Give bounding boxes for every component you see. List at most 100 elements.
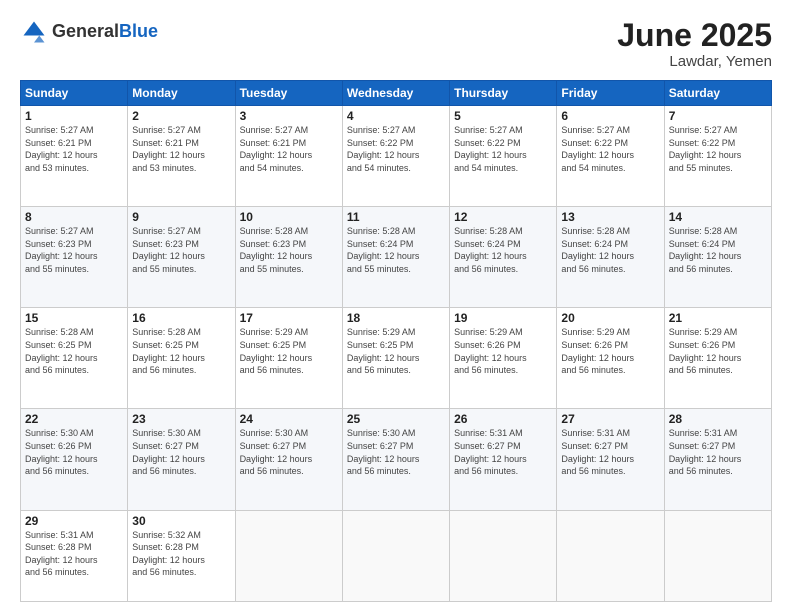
day-number: 29 — [25, 514, 123, 528]
day-info: Sunrise: 5:28 AM Sunset: 6:25 PM Dayligh… — [132, 326, 230, 376]
table-row — [342, 510, 449, 602]
day-number: 22 — [25, 412, 123, 426]
day-number: 24 — [240, 412, 338, 426]
day-header: Sunday — [21, 81, 128, 106]
day-number: 3 — [240, 109, 338, 123]
day-info: Sunrise: 5:29 AM Sunset: 6:26 PM Dayligh… — [561, 326, 659, 376]
table-row: 14Sunrise: 5:28 AM Sunset: 6:24 PM Dayli… — [664, 207, 771, 308]
table-row — [450, 510, 557, 602]
table-row: 26Sunrise: 5:31 AM Sunset: 6:27 PM Dayli… — [450, 409, 557, 510]
day-number: 5 — [454, 109, 552, 123]
table-row: 19Sunrise: 5:29 AM Sunset: 6:26 PM Dayli… — [450, 308, 557, 409]
table-row: 1Sunrise: 5:27 AM Sunset: 6:21 PM Daylig… — [21, 106, 128, 207]
day-info: Sunrise: 5:30 AM Sunset: 6:26 PM Dayligh… — [25, 427, 123, 477]
day-info: Sunrise: 5:27 AM Sunset: 6:23 PM Dayligh… — [132, 225, 230, 275]
day-number: 17 — [240, 311, 338, 325]
day-number: 27 — [561, 412, 659, 426]
day-number: 25 — [347, 412, 445, 426]
day-number: 7 — [669, 109, 767, 123]
month-title: June 2025 — [617, 18, 772, 53]
logo: GeneralBlue — [20, 18, 158, 46]
day-info: Sunrise: 5:31 AM Sunset: 6:27 PM Dayligh… — [561, 427, 659, 477]
day-info: Sunrise: 5:29 AM Sunset: 6:26 PM Dayligh… — [669, 326, 767, 376]
day-number: 9 — [132, 210, 230, 224]
table-row: 6Sunrise: 5:27 AM Sunset: 6:22 PM Daylig… — [557, 106, 664, 207]
day-info: Sunrise: 5:27 AM Sunset: 6:22 PM Dayligh… — [454, 124, 552, 174]
day-info: Sunrise: 5:27 AM Sunset: 6:21 PM Dayligh… — [240, 124, 338, 174]
day-info: Sunrise: 5:30 AM Sunset: 6:27 PM Dayligh… — [240, 427, 338, 477]
page: GeneralBlue June 2025 Lawdar, Yemen Sund… — [0, 0, 792, 612]
table-row: 10Sunrise: 5:28 AM Sunset: 6:23 PM Dayli… — [235, 207, 342, 308]
day-number: 30 — [132, 514, 230, 528]
table-row: 3Sunrise: 5:27 AM Sunset: 6:21 PM Daylig… — [235, 106, 342, 207]
day-info: Sunrise: 5:28 AM Sunset: 6:24 PM Dayligh… — [561, 225, 659, 275]
day-number: 14 — [669, 210, 767, 224]
table-row: 18Sunrise: 5:29 AM Sunset: 6:25 PM Dayli… — [342, 308, 449, 409]
table-row: 23Sunrise: 5:30 AM Sunset: 6:27 PM Dayli… — [128, 409, 235, 510]
day-number: 13 — [561, 210, 659, 224]
day-info: Sunrise: 5:31 AM Sunset: 6:27 PM Dayligh… — [669, 427, 767, 477]
day-info: Sunrise: 5:27 AM Sunset: 6:22 PM Dayligh… — [669, 124, 767, 174]
day-info: Sunrise: 5:28 AM Sunset: 6:24 PM Dayligh… — [347, 225, 445, 275]
logo-blue: Blue — [119, 21, 158, 41]
table-row: 27Sunrise: 5:31 AM Sunset: 6:27 PM Dayli… — [557, 409, 664, 510]
day-header: Wednesday — [342, 81, 449, 106]
table-row — [235, 510, 342, 602]
table-row: 15Sunrise: 5:28 AM Sunset: 6:25 PM Dayli… — [21, 308, 128, 409]
table-row: 2Sunrise: 5:27 AM Sunset: 6:21 PM Daylig… — [128, 106, 235, 207]
day-number: 11 — [347, 210, 445, 224]
table-row: 22Sunrise: 5:30 AM Sunset: 6:26 PM Dayli… — [21, 409, 128, 510]
day-number: 12 — [454, 210, 552, 224]
logo-text: GeneralBlue — [52, 22, 158, 42]
table-row: 21Sunrise: 5:29 AM Sunset: 6:26 PM Dayli… — [664, 308, 771, 409]
day-number: 19 — [454, 311, 552, 325]
header: GeneralBlue June 2025 Lawdar, Yemen — [20, 18, 772, 70]
table-row: 9Sunrise: 5:27 AM Sunset: 6:23 PM Daylig… — [128, 207, 235, 308]
day-header: Thursday — [450, 81, 557, 106]
table-row: 12Sunrise: 5:28 AM Sunset: 6:24 PM Dayli… — [450, 207, 557, 308]
table-row: 4Sunrise: 5:27 AM Sunset: 6:22 PM Daylig… — [342, 106, 449, 207]
calendar: SundayMondayTuesdayWednesdayThursdayFrid… — [20, 80, 772, 602]
location: Lawdar, Yemen — [617, 53, 772, 70]
day-number: 1 — [25, 109, 123, 123]
day-info: Sunrise: 5:32 AM Sunset: 6:28 PM Dayligh… — [132, 529, 230, 579]
day-info: Sunrise: 5:28 AM Sunset: 6:24 PM Dayligh… — [454, 225, 552, 275]
day-number: 15 — [25, 311, 123, 325]
day-number: 20 — [561, 311, 659, 325]
day-number: 10 — [240, 210, 338, 224]
day-info: Sunrise: 5:27 AM Sunset: 6:22 PM Dayligh… — [561, 124, 659, 174]
day-number: 8 — [25, 210, 123, 224]
table-row: 24Sunrise: 5:30 AM Sunset: 6:27 PM Dayli… — [235, 409, 342, 510]
day-info: Sunrise: 5:30 AM Sunset: 6:27 PM Dayligh… — [132, 427, 230, 477]
table-row: 25Sunrise: 5:30 AM Sunset: 6:27 PM Dayli… — [342, 409, 449, 510]
table-row: 11Sunrise: 5:28 AM Sunset: 6:24 PM Dayli… — [342, 207, 449, 308]
day-number: 6 — [561, 109, 659, 123]
table-row: 17Sunrise: 5:29 AM Sunset: 6:25 PM Dayli… — [235, 308, 342, 409]
logo-icon — [20, 18, 48, 46]
day-info: Sunrise: 5:27 AM Sunset: 6:22 PM Dayligh… — [347, 124, 445, 174]
table-row: 20Sunrise: 5:29 AM Sunset: 6:26 PM Dayli… — [557, 308, 664, 409]
table-row: 16Sunrise: 5:28 AM Sunset: 6:25 PM Dayli… — [128, 308, 235, 409]
day-info: Sunrise: 5:29 AM Sunset: 6:25 PM Dayligh… — [347, 326, 445, 376]
day-number: 4 — [347, 109, 445, 123]
day-header: Saturday — [664, 81, 771, 106]
day-info: Sunrise: 5:28 AM Sunset: 6:24 PM Dayligh… — [669, 225, 767, 275]
table-row: 30Sunrise: 5:32 AM Sunset: 6:28 PM Dayli… — [128, 510, 235, 602]
table-row: 8Sunrise: 5:27 AM Sunset: 6:23 PM Daylig… — [21, 207, 128, 308]
day-number: 26 — [454, 412, 552, 426]
day-number: 2 — [132, 109, 230, 123]
day-info: Sunrise: 5:28 AM Sunset: 6:23 PM Dayligh… — [240, 225, 338, 275]
table-row — [557, 510, 664, 602]
table-row — [664, 510, 771, 602]
day-info: Sunrise: 5:27 AM Sunset: 6:21 PM Dayligh… — [25, 124, 123, 174]
day-info: Sunrise: 5:27 AM Sunset: 6:21 PM Dayligh… — [132, 124, 230, 174]
table-row: 13Sunrise: 5:28 AM Sunset: 6:24 PM Dayli… — [557, 207, 664, 308]
day-number: 28 — [669, 412, 767, 426]
day-info: Sunrise: 5:27 AM Sunset: 6:23 PM Dayligh… — [25, 225, 123, 275]
table-row: 5Sunrise: 5:27 AM Sunset: 6:22 PM Daylig… — [450, 106, 557, 207]
day-info: Sunrise: 5:28 AM Sunset: 6:25 PM Dayligh… — [25, 326, 123, 376]
day-number: 21 — [669, 311, 767, 325]
day-info: Sunrise: 5:31 AM Sunset: 6:28 PM Dayligh… — [25, 529, 123, 579]
day-info: Sunrise: 5:29 AM Sunset: 6:25 PM Dayligh… — [240, 326, 338, 376]
day-info: Sunrise: 5:31 AM Sunset: 6:27 PM Dayligh… — [454, 427, 552, 477]
